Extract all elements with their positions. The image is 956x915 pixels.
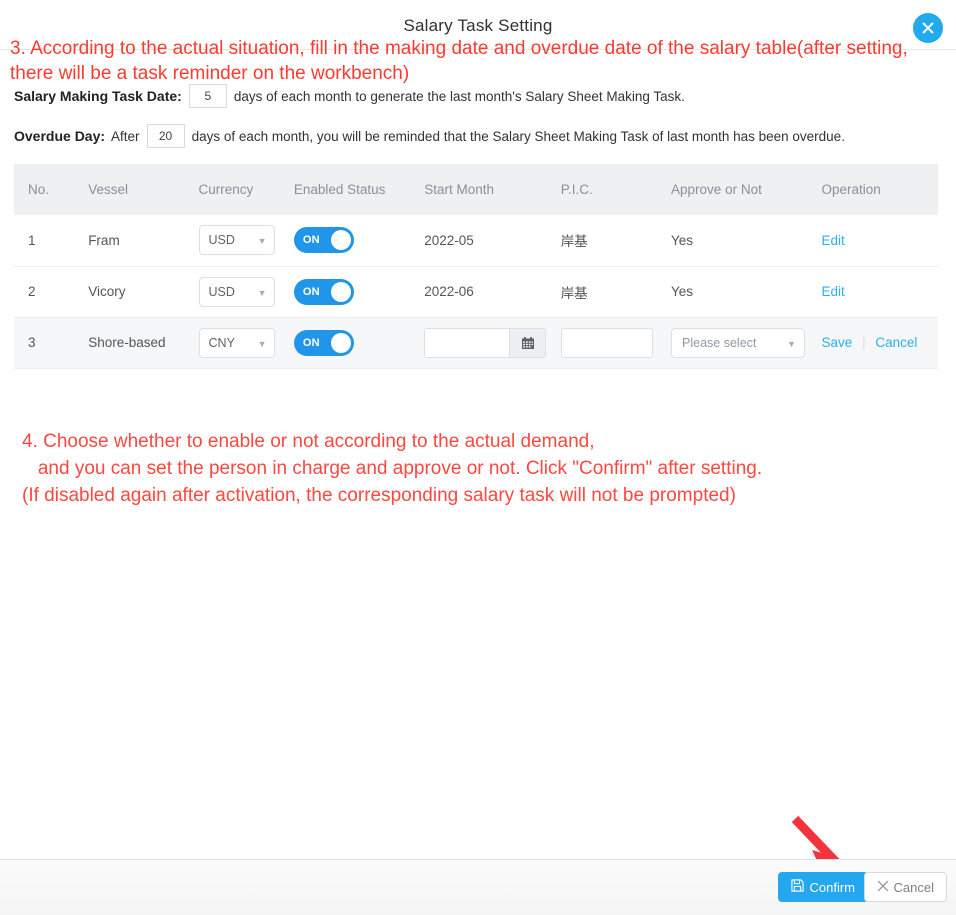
- cell-pic: [546, 316, 658, 368]
- chevron-down-icon: ▼: [257, 338, 267, 349]
- cell-no: 3: [14, 316, 75, 368]
- enabled-toggle[interactable]: ON: [293, 278, 354, 305]
- cell-vessel: Shore-based: [74, 316, 185, 368]
- col-header-vessel: Vessel: [74, 164, 185, 215]
- dialog-footer: Confirm Cancel: [0, 859, 956, 915]
- col-header-currency: Currency: [184, 164, 280, 215]
- col-header-start-month: Start Month: [410, 164, 547, 215]
- currency-select-value: USD: [208, 233, 235, 248]
- cell-currency: USD ▼: [184, 265, 280, 317]
- col-header-approve-or-not: Approve or Not: [657, 164, 808, 215]
- cell-start-month: 2022-06: [410, 265, 547, 317]
- chevron-down-icon: ▼: [257, 287, 267, 298]
- cell-pic: 岸基: [546, 265, 658, 317]
- toggle-knob: [330, 281, 351, 302]
- table-row: 3 Shore-based CNY ▼ ON Please select ▼ S…: [14, 316, 938, 368]
- cell-vessel: Fram: [88, 232, 120, 248]
- salary-task-setting-dialog: Salary Task Setting 3. According to the …: [0, 0, 956, 915]
- approve-select-value: Please select: [682, 335, 757, 350]
- start-month-input[interactable]: [425, 328, 510, 357]
- col-header-no: No.: [14, 164, 75, 215]
- cell-enabled-status: ON: [279, 316, 411, 368]
- cell-enabled-status: ON: [280, 215, 410, 266]
- enabled-toggle-label: ON: [302, 336, 320, 349]
- cell-currency: USD ▼: [185, 215, 280, 266]
- cell-no: 1: [28, 232, 36, 248]
- table-row: 1 Fram USD ▼ ON 2022-05 岸基 Yes Edit: [14, 215, 938, 266]
- currency-select-value: USD: [208, 284, 235, 299]
- start-month-date-picker[interactable]: [424, 327, 547, 358]
- table-body: 1 Fram USD ▼ ON 2022-05 岸基 Yes Edit 2 Vi…: [14, 215, 938, 368]
- col-header-enabled-status: Enabled Status: [279, 164, 411, 215]
- currency-select-value: CNY: [208, 335, 235, 350]
- overdue-day-suffix: days of each month, you will be reminded…: [191, 128, 845, 144]
- page-title: Salary Task Setting: [403, 16, 553, 35]
- confirm-button[interactable]: Confirm: [778, 872, 868, 902]
- cell-operation: Save | Cancel: [807, 316, 938, 368]
- salary-making-task-date-row: Salary Making Task Date: 5 days of each …: [14, 84, 685, 108]
- close-x-icon: [877, 880, 889, 895]
- toggle-knob: [330, 230, 351, 251]
- cell-operation: Edit: [807, 265, 938, 317]
- enabled-toggle[interactable]: ON: [293, 329, 354, 356]
- cancel-button[interactable]: Cancel: [863, 872, 947, 902]
- annotation-note-3: 3. According to the actual situation, fi…: [10, 38, 908, 84]
- overdue-day-input[interactable]: 20: [146, 124, 185, 148]
- cell-enabled-status: ON: [279, 265, 411, 317]
- cell-start-month: [410, 316, 547, 368]
- table-header: No. Vessel Currency Enabled Status Start…: [14, 164, 938, 215]
- salary-task-table: No. Vessel Currency Enabled Status Start…: [14, 164, 938, 368]
- overdue-day-row: Overdue Day: After 20 days of each month…: [14, 124, 845, 148]
- confirm-button-label: Confirm: [809, 879, 855, 895]
- toggle-knob: [330, 332, 351, 353]
- cell-start-month: 2022-05: [424, 232, 474, 248]
- cell-vessel: Vicory: [74, 265, 185, 317]
- calendar-icon[interactable]: [509, 328, 546, 357]
- col-header-pic: P.I.C.: [546, 164, 658, 215]
- cell-operation: Edit: [808, 215, 938, 266]
- currency-select[interactable]: USD ▼: [198, 225, 275, 256]
- salary-making-task-date-suffix: days of each month to generate the last …: [233, 88, 685, 104]
- table-bottom-divider: [14, 368, 938, 369]
- overdue-day-prefix: After: [111, 128, 140, 144]
- approve-select[interactable]: Please select ▼: [671, 327, 806, 358]
- chevron-down-icon: ▼: [257, 236, 267, 247]
- table-header-row: No. Vessel Currency Enabled Status Start…: [14, 164, 938, 215]
- cell-approve-or-not: Yes: [657, 265, 808, 317]
- enabled-toggle-label: ON: [302, 234, 320, 247]
- edit-link[interactable]: Edit: [822, 233, 845, 248]
- enabled-toggle[interactable]: ON: [293, 227, 354, 254]
- cell-approve-or-not: Yes: [671, 232, 694, 248]
- col-header-operation: Operation: [807, 164, 938, 215]
- save-icon: [791, 879, 805, 895]
- save-link[interactable]: Save: [822, 335, 853, 350]
- cell-currency: CNY ▼: [184, 316, 280, 368]
- cell-pic: 岸基: [560, 234, 588, 250]
- chevron-down-icon: ▼: [787, 338, 797, 349]
- overdue-day-label: Overdue Day:: [14, 128, 106, 144]
- table-row: 2 Vicory USD ▼ ON 2022-06 岸基 Yes Edit: [14, 265, 938, 317]
- edit-link[interactable]: Edit: [822, 284, 845, 299]
- enabled-toggle-label: ON: [302, 285, 320, 298]
- salary-making-task-date-input[interactable]: 5: [188, 84, 227, 108]
- salary-making-task-date-label: Salary Making Task Date:: [14, 88, 182, 104]
- pic-input[interactable]: [560, 327, 653, 358]
- cell-no: 2: [14, 265, 75, 317]
- currency-select[interactable]: USD ▼: [198, 276, 275, 307]
- currency-select[interactable]: CNY ▼: [198, 327, 275, 358]
- annotation-note-4: 4. Choose whether to enable or not accor…: [22, 431, 763, 506]
- cancel-link[interactable]: Cancel: [875, 335, 917, 350]
- cancel-button-label: Cancel: [893, 879, 934, 895]
- operation-separator: |: [862, 335, 866, 351]
- cell-approve-or-not: Please select ▼: [657, 316, 808, 368]
